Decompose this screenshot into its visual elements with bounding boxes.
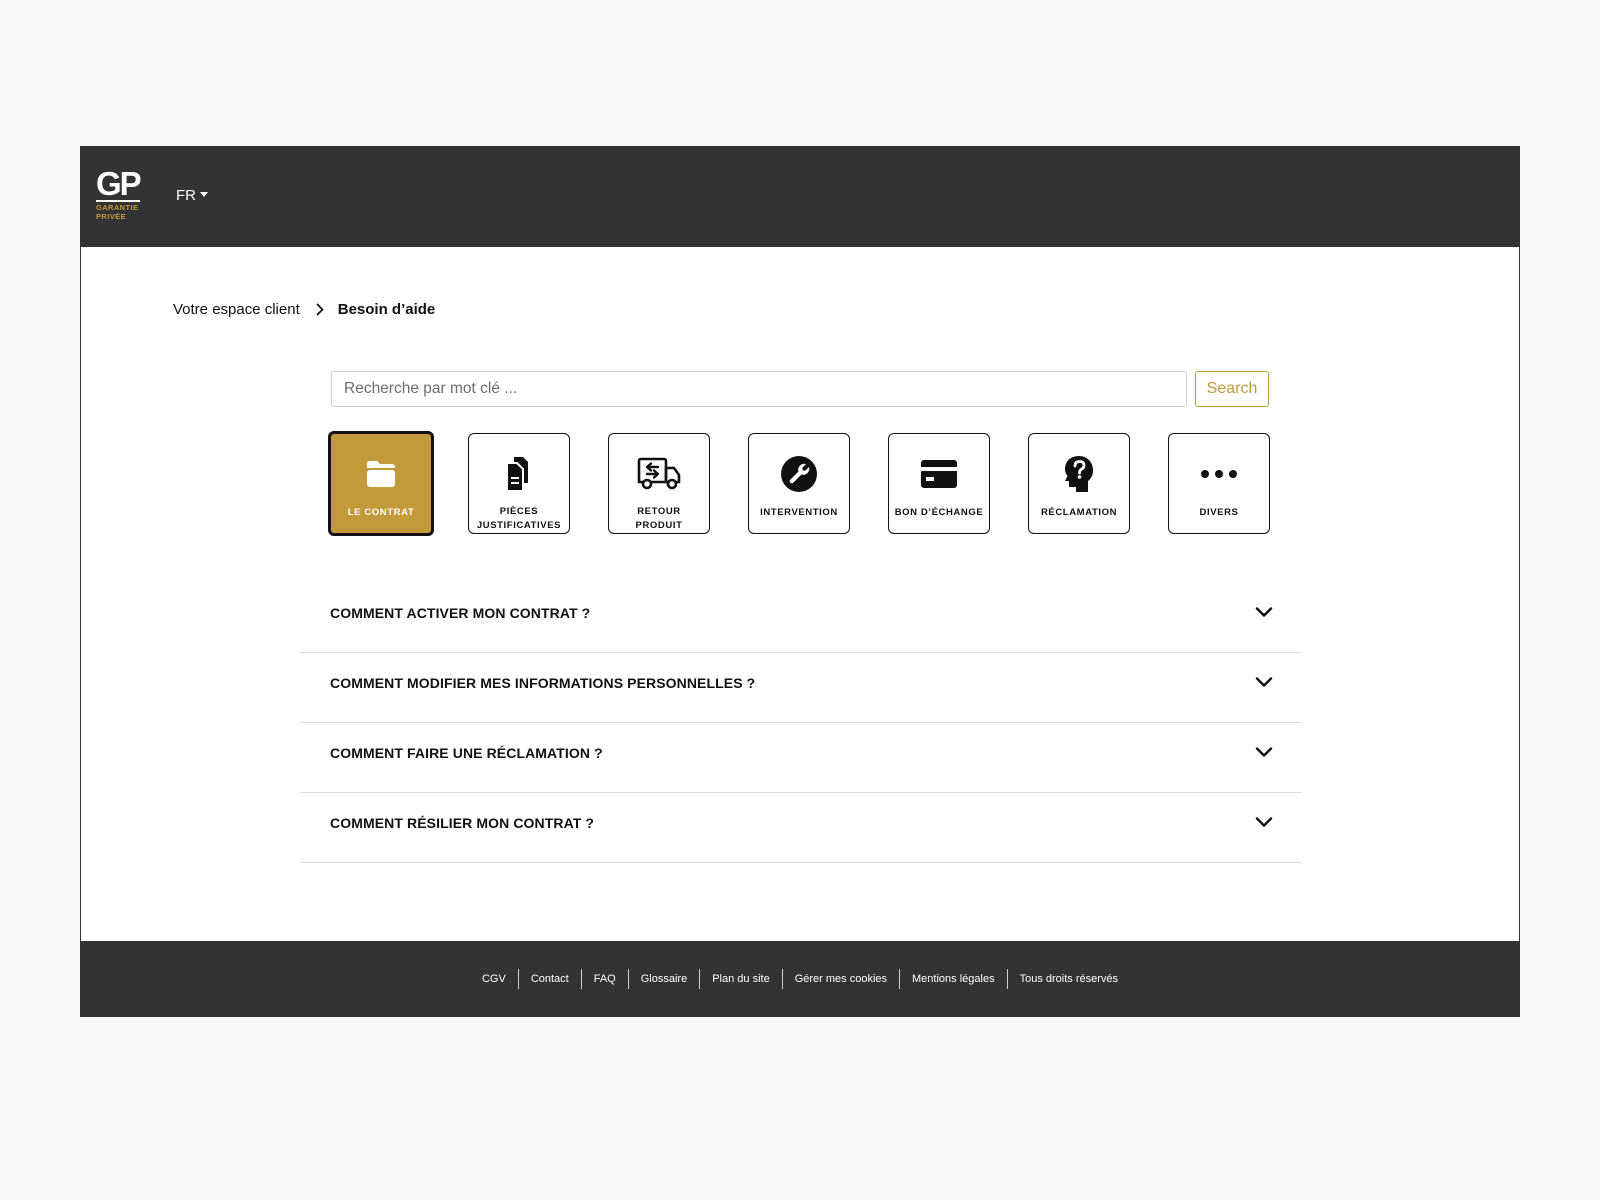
faq-question: COMMENT FAIRE UNE RÉCLAMATION ?: [330, 745, 603, 761]
breadcrumb-parent[interactable]: Votre espace client: [173, 301, 300, 318]
faq-item[interactable]: COMMENT MODIFIER MES INFORMATIONS PERSON…: [300, 653, 1301, 723]
category-le-contrat[interactable]: Le contrat: [328, 431, 434, 536]
chevron-down-icon[interactable]: [1255, 675, 1273, 693]
folder-icon: [364, 448, 398, 500]
truck-return-icon: [636, 448, 682, 499]
faq-item[interactable]: COMMENT FAIRE UNE RÉCLAMATION ?: [300, 723, 1301, 793]
footer-link-cookies[interactable]: Gérer mes cookies: [783, 969, 899, 989]
logo-underline: [96, 200, 140, 202]
site-header: GP GARANTIE PRIVÉE FR: [81, 147, 1519, 247]
category-label: Intervention: [760, 507, 838, 518]
category-label: Le contrat: [347, 507, 415, 518]
chevron-down-icon[interactable]: [1255, 745, 1273, 763]
faq-item[interactable]: COMMENT ACTIVER MON CONTRAT ?: [300, 583, 1301, 653]
faq-question: COMMENT RÉSILIER MON CONTRAT ?: [330, 815, 595, 831]
faq-item[interactable]: COMMENT RÉSILIER MON CONTRAT ?: [300, 793, 1301, 863]
footer-links: CGV Contact FAQ Glossaire Plan du site G…: [470, 968, 1130, 989]
category-label: Bon d’échange: [894, 507, 984, 518]
faq-list: COMMENT ACTIVER MON CONTRAT ? COMMENT MO…: [300, 583, 1301, 863]
category-retour-produit[interactable]: Retour produit: [608, 433, 710, 534]
chevron-down-icon[interactable]: [1255, 815, 1273, 833]
card-icon: [920, 448, 958, 500]
category-label: Réclamation: [1040, 507, 1118, 518]
language-label: FR: [176, 187, 196, 204]
wrench-icon: [780, 448, 818, 500]
logo-line-2: PRIVÉE: [96, 212, 126, 221]
category-label: Divers: [1199, 507, 1239, 518]
footer-link-glossaire[interactable]: Glossaire: [629, 969, 699, 989]
category-pieces-justificatives[interactable]: Pièces justificatives: [468, 433, 570, 534]
site-footer: CGV Contact FAQ Glossaire Plan du site G…: [81, 941, 1519, 1016]
faq-question: COMMENT ACTIVER MON CONTRAT ?: [330, 605, 591, 621]
category-grid: Le contrat Pièces justificatives Retour …: [328, 431, 1278, 543]
language-selector[interactable]: FR: [176, 187, 208, 204]
breadcrumb: Votre espace client Besoin d’aide: [173, 301, 435, 318]
footer-link-mentions-legales[interactable]: Mentions légales: [900, 969, 1007, 989]
more-dots-icon: [1200, 448, 1238, 500]
footer-link-faq[interactable]: FAQ: [582, 969, 628, 989]
caret-down-icon: [200, 192, 208, 197]
chevron-down-icon[interactable]: [1255, 605, 1273, 623]
chevron-right-icon: [316, 303, 324, 316]
page-frame: GP GARANTIE PRIVÉE FR Votre espace clien…: [80, 146, 1520, 1017]
head-question-icon: [1062, 448, 1096, 500]
breadcrumb-current: Besoin d’aide: [337, 301, 436, 318]
logo-mark: GP: [96, 165, 142, 202]
footer-link-cgv[interactable]: CGV: [470, 969, 518, 989]
category-label: Pièces justificatives: [476, 506, 562, 531]
documents-icon: [503, 448, 535, 499]
category-label: Retour produit: [635, 506, 683, 531]
garantie-privee-logo[interactable]: GP GARANTIE PRIVÉE: [96, 165, 156, 229]
category-bon-d-echange[interactable]: Bon d’échange: [888, 433, 990, 534]
category-reclamation[interactable]: Réclamation: [1028, 433, 1130, 534]
search-button[interactable]: Search: [1195, 371, 1269, 407]
search-input[interactable]: [331, 371, 1187, 407]
footer-link-droits[interactable]: Tous droits réservés: [1008, 969, 1130, 989]
category-divers[interactable]: Divers: [1168, 433, 1270, 534]
footer-link-plan-du-site[interactable]: Plan du site: [700, 969, 781, 989]
faq-question: COMMENT MODIFIER MES INFORMATIONS PERSON…: [330, 675, 756, 691]
footer-link-contact[interactable]: Contact: [519, 969, 581, 989]
category-intervention[interactable]: Intervention: [748, 433, 850, 534]
logo-line-1: GARANTIE: [96, 203, 139, 212]
